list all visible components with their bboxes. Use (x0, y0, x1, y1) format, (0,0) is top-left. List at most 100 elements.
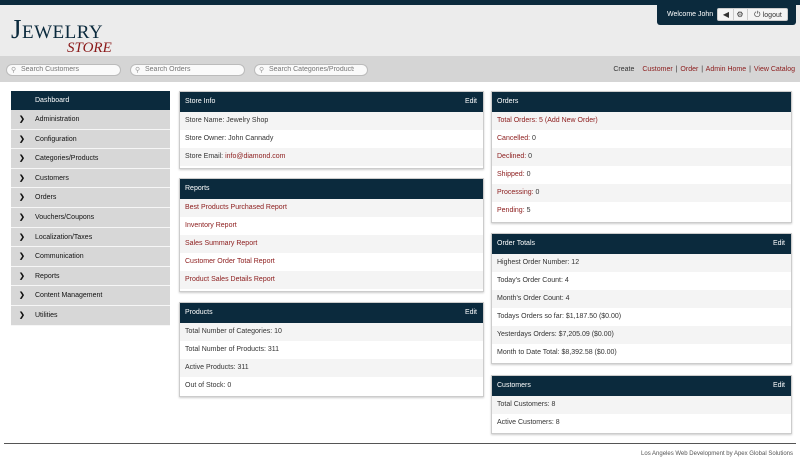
link-separator: | (749, 66, 751, 73)
search-customers-input[interactable] (21, 66, 106, 73)
chevron-right-icon: ❯ (19, 253, 25, 261)
create-label: Create (613, 66, 635, 73)
search-orders-input[interactable] (145, 66, 230, 73)
create-customer-link[interactable]: Customer (642, 66, 672, 73)
order-status-count: 0 (526, 153, 533, 160)
order-status-row: Processing: 0 (492, 184, 791, 202)
panel-title: Customers (497, 382, 531, 389)
order-status-link[interactable]: Pending: (497, 207, 525, 214)
toolbar-divider (747, 9, 748, 20)
report-link[interactable]: Customer Order Total Report (180, 253, 483, 271)
sidebar-item-content-management[interactable]: ❯ Content Management (11, 286, 170, 306)
order-totals-header: Order Totals Edit (492, 234, 791, 254)
store-info-header: Store Info Edit (180, 92, 483, 112)
chevron-right-icon: ❯ (19, 174, 25, 182)
order-status-count: 0 (524, 171, 531, 178)
sidebar-item-label: Vouchers/Coupons (35, 213, 95, 221)
edit-link[interactable]: Edit (773, 376, 785, 396)
order-total-row: Highest Order Number: 12 (492, 254, 791, 272)
order-totals-panel: Order Totals Edit Highest Order Number: … (491, 233, 792, 364)
order-status-count: 0 (533, 189, 540, 196)
total-orders-row: Total Orders: 5 (Add New Order) (492, 112, 791, 130)
edit-link[interactable]: Edit (465, 303, 477, 323)
edit-link[interactable]: Edit (465, 92, 477, 112)
store-info-panel: Store Info Edit Store Name: Jewelry Shop… (179, 91, 484, 169)
search-categories-input[interactable] (269, 66, 354, 73)
store-owner-row: Store Owner: John Cannady (185, 135, 274, 142)
chevron-right-icon: ❯ (19, 155, 25, 163)
customer-stat-row: Active Customers: 8 (497, 419, 560, 426)
reports-panel: Reports Best Products Purchased Report I… (179, 178, 484, 292)
product-stat-row: Total Number of Categories: 10 (180, 323, 483, 341)
sidebar-item-localization-taxes[interactable]: ❯ Localization/Taxes (11, 227, 170, 248)
sidebar-item-label: Utilities (35, 311, 58, 319)
add-new-order-link[interactable]: (Add New Order) (545, 117, 598, 124)
sidebar-item-label: Communication (35, 253, 84, 261)
customer-stat-row: Total Customers: 8 (492, 396, 791, 414)
admin-home-link[interactable]: Admin Home (706, 66, 746, 73)
orders-panel: Orders Total Orders: 5 (Add New Order) C… (491, 91, 792, 223)
sidebar-item-configuration[interactable]: ❯ Configuration (11, 129, 170, 150)
sidebar-item-reports[interactable]: ❯ Reports (11, 266, 170, 287)
footer-credit[interactable]: Los Angeles Web Development by Apex Glob… (641, 451, 793, 457)
order-status-count: 5 (524, 207, 531, 214)
order-total-row: Month's Order Count: 4 (492, 290, 791, 308)
search-customers-box[interactable]: ⚲ (6, 64, 121, 76)
order-status-row: Shipped: 0 (492, 166, 791, 184)
order-status-count: 0 (530, 135, 536, 142)
order-status-link[interactable]: Shipped: (497, 171, 525, 178)
order-total-row: Todays Orders so far: $1,187.50 ($0.00) (497, 313, 622, 320)
order-status-link[interactable]: Cancelled: (497, 135, 530, 142)
order-total-row: Yesterdays Orders: $7,205.09 ($0.00) (492, 326, 791, 344)
sidebar-dashboard[interactable]: Dashboard (11, 91, 170, 110)
logout-button[interactable]: ⏻ logout (749, 10, 787, 20)
sidebar-item-vouchers-coupons[interactable]: ❯ Vouchers/Coupons (11, 207, 170, 228)
chevron-right-icon: ❯ (19, 292, 25, 300)
store-email-link[interactable]: info@diamond.com (225, 153, 285, 160)
panel-title: Orders (497, 98, 519, 105)
sidebar-item-communication[interactable]: ❯ Communication (11, 247, 170, 267)
chevron-right-icon: ❯ (19, 213, 25, 221)
store-logo[interactable]: Jewelry Store (11, 16, 112, 57)
panel-title: Order Totals (497, 240, 535, 247)
panel-title: Products (185, 309, 213, 316)
order-status-link[interactable]: Declined: (497, 153, 526, 160)
logout-label: logout (762, 12, 782, 19)
sidebar-item-label: Content Management (35, 292, 103, 300)
back-arrow-icon[interactable]: ◀ (721, 10, 731, 20)
sidebar-item-utilities[interactable]: ❯ Utilities (11, 305, 170, 326)
reports-header: Reports (180, 179, 483, 199)
order-status-link[interactable]: Processing: (497, 189, 534, 196)
view-catalog-link[interactable]: View Catalog (754, 66, 795, 73)
panel-title: Store Info (185, 98, 216, 105)
sidebar-item-categories-products[interactable]: ❯ Categories/Products (11, 149, 170, 169)
search-categories-box[interactable]: ⚲ (254, 64, 368, 76)
link-separator: | (701, 66, 704, 73)
report-link[interactable]: Inventory Report (180, 217, 483, 235)
sidebar-item-label: Categories/Products (35, 155, 99, 163)
sidebar-item-administration[interactable]: ❯ Administration (11, 110, 170, 130)
total-orders-link[interactable]: Total Orders: 5 (497, 117, 545, 124)
order-total-row: Month to Date Total: $8,392.58 ($0.00) (497, 349, 617, 356)
search-orders-box[interactable]: ⚲ (130, 64, 245, 76)
sidebar-item-label: Reports (35, 272, 60, 280)
chevron-right-icon: ❯ (19, 116, 25, 123)
chevron-right-icon: ❯ (19, 311, 25, 319)
order-total-row: Today's Order Count: 4 (497, 277, 569, 284)
gear-icon[interactable]: ⚙ (735, 10, 745, 20)
sidebar-item-label: Configuration (35, 135, 77, 143)
sidebar-item-orders[interactable]: ❯ Orders (11, 188, 170, 208)
power-icon: ⏻ (754, 10, 761, 19)
products-header: Products Edit (180, 303, 483, 323)
edit-link[interactable]: Edit (773, 234, 785, 254)
report-link[interactable]: Sales Summary Report (180, 235, 483, 253)
sidebar-item-customers[interactable]: ❯ Customers (11, 168, 170, 189)
order-status-row: Declined: 0 (492, 148, 791, 166)
create-order-link[interactable]: Order (680, 66, 698, 73)
report-link[interactable]: Product Sales Details Report (180, 271, 483, 289)
customers-header: Customers Edit (492, 376, 791, 396)
report-link[interactable]: Best Products Purchased Report (180, 199, 483, 217)
user-toolbar: ◀ ⚙ ⏻ logout (717, 8, 788, 21)
sidebar-item-label: Localization/Taxes (35, 233, 93, 241)
order-status-row: Cancelled: 0 (492, 130, 791, 148)
